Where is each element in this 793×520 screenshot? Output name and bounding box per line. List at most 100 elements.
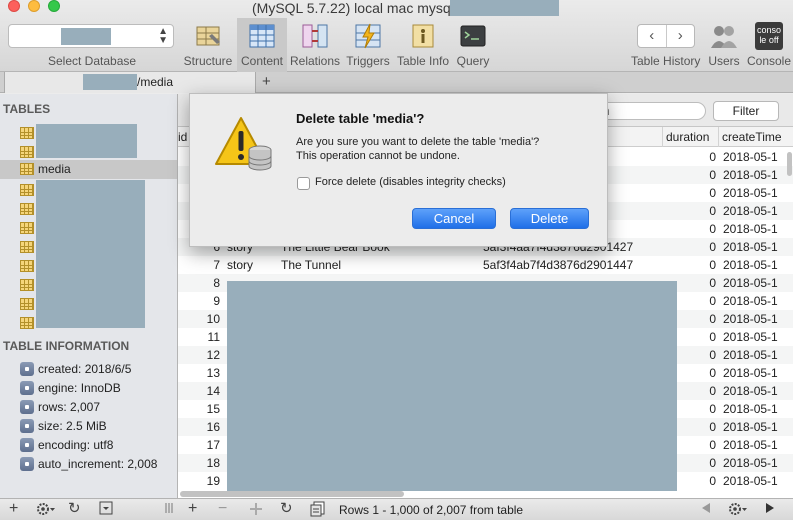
tab-label: /media <box>137 75 174 89</box>
users-button[interactable]: Users <box>705 18 743 72</box>
cell-time: 2018-05-1 <box>723 150 778 164</box>
cell-id: 16 <box>206 420 220 434</box>
structure-icon <box>196 26 220 46</box>
warning-icon <box>215 117 272 171</box>
add-table-button[interactable]: + <box>9 501 18 517</box>
redacted-region <box>36 124 137 158</box>
cell-duration: 0 <box>709 204 716 218</box>
pagination-settings-button[interactable] <box>728 501 748 520</box>
table-history-control: ‹ › <box>637 24 695 48</box>
gear-menu-button[interactable] <box>36 501 56 520</box>
vertical-scrollbar[interactable] <box>787 152 792 176</box>
query-history-button[interactable] <box>310 501 326 520</box>
cell-duration: 0 <box>709 240 716 254</box>
info-icon <box>20 457 34 471</box>
console-button[interactable]: conso le off Console <box>746 18 792 72</box>
table-info-icon <box>412 24 434 48</box>
clipboard-icon <box>310 501 325 517</box>
cell-time: 2018-05-1 <box>723 474 778 488</box>
split-handle[interactable] <box>164 501 174 519</box>
split-handle-icon <box>165 503 173 513</box>
cell-duration: 0 <box>709 168 716 182</box>
delete-button[interactable]: Delete <box>510 208 589 229</box>
duplicate-icon <box>250 503 262 515</box>
cell-time: 2018-05-1 <box>723 402 778 416</box>
select-database-label: Select Database <box>48 54 137 68</box>
window-title: (MySQL 5.7.22) local mac mysql/ <box>252 0 458 16</box>
structure-label: Structure <box>183 54 233 68</box>
query-button[interactable]: Query <box>453 18 493 72</box>
cell-time: 2018-05-1 <box>723 168 778 182</box>
table-name: media <box>38 162 71 176</box>
relations-label: Relations <box>289 54 341 68</box>
table-icon <box>20 127 34 139</box>
sidebar: TABLES media TABLE INFORMATION created: … <box>0 94 178 498</box>
cell-id: 14 <box>206 384 220 398</box>
column-header-createtime[interactable]: createTime <box>722 130 782 144</box>
history-forward-button[interactable]: › <box>667 25 695 47</box>
cell-id: 10 <box>206 312 220 326</box>
force-delete-label[interactable]: Force delete (disables integrity checks) <box>315 176 506 188</box>
table-icon <box>20 184 34 196</box>
cell-time: 2018-05-1 <box>723 366 778 380</box>
tab-media[interactable]: /media <box>4 72 256 93</box>
filter-button[interactable]: Filter <box>713 101 779 121</box>
column-divider[interactable] <box>718 127 719 147</box>
remove-row-button[interactable]: − <box>218 501 227 517</box>
cell-type: story <box>227 258 254 272</box>
tables-section-title: TABLES <box>3 102 51 116</box>
cell-time: 2018-05-1 <box>723 276 778 290</box>
triggers-button[interactable]: Triggers <box>344 18 392 72</box>
column-divider[interactable] <box>662 127 663 147</box>
table-list-item-media[interactable]: media <box>0 160 177 179</box>
content-button[interactable]: Content <box>237 18 287 72</box>
duplicate-row-button[interactable] <box>248 501 264 520</box>
cell-id: 17 <box>206 438 220 452</box>
cell-time: 2018-05-1 <box>723 330 778 344</box>
content-label: Content <box>240 54 284 68</box>
show-info-button[interactable] <box>99 501 113 519</box>
force-delete-checkbox[interactable] <box>297 177 310 190</box>
relations-button[interactable]: Relations <box>289 18 341 72</box>
structure-button[interactable]: Structure <box>182 18 234 72</box>
cancel-button[interactable]: Cancel <box>412 208 496 229</box>
console-icon: conso le off <box>755 22 783 50</box>
cell-id: 18 <box>206 456 220 470</box>
cell-time: 2018-05-1 <box>723 186 778 200</box>
dialog-message: Are you sure you want to delete the tabl… <box>296 136 540 148</box>
table-icon <box>20 163 34 175</box>
close-window-button[interactable] <box>8 0 20 12</box>
add-row-button[interactable]: + <box>188 501 197 517</box>
cell-time: 2018-05-1 <box>723 456 778 470</box>
maximize-window-button[interactable] <box>48 0 60 12</box>
cell-time: 2018-05-1 <box>723 294 778 308</box>
info-icon <box>20 362 34 376</box>
next-page-button[interactable] <box>764 501 776 519</box>
column-header-id[interactable]: id <box>178 130 187 144</box>
refresh-tables-button[interactable]: ↻ <box>68 501 81 517</box>
cell-time: 2018-05-1 <box>723 348 778 362</box>
horizontal-scrollbar[interactable] <box>180 491 404 497</box>
console-label: Console <box>746 54 792 68</box>
minimize-window-button[interactable] <box>28 0 40 12</box>
query-icon <box>460 25 486 47</box>
cell-id: 19 <box>206 474 220 488</box>
redacted-region <box>36 180 145 328</box>
rows-status: Rows 1 - 1,000 of 2,007 from table <box>339 503 524 517</box>
cell-id: 8 <box>213 276 220 290</box>
refresh-rows-button[interactable]: ↻ <box>280 501 293 517</box>
table-info-button[interactable]: Table Info <box>396 18 450 72</box>
console-icon-text-2: le off <box>759 35 779 45</box>
database-select[interactable]: ▲ ▼ <box>8 24 174 48</box>
tab-bar: /media + <box>0 72 793 93</box>
cell-id: 7 <box>213 258 220 272</box>
info-icon <box>20 381 34 395</box>
table-row[interactable]: 7 story The Tunnel 5af3f4ab7f4d3876d2901447… <box>178 256 793 274</box>
dialog-warning-text: This operation cannot be undone. <box>296 150 460 162</box>
add-tab-button[interactable]: + <box>262 72 271 92</box>
previous-page-button[interactable] <box>700 501 712 519</box>
table-icon <box>20 146 34 158</box>
users-label: Users <box>708 54 740 68</box>
history-back-button[interactable]: ‹ <box>638 25 667 47</box>
column-header-duration[interactable]: duration <box>666 130 709 144</box>
